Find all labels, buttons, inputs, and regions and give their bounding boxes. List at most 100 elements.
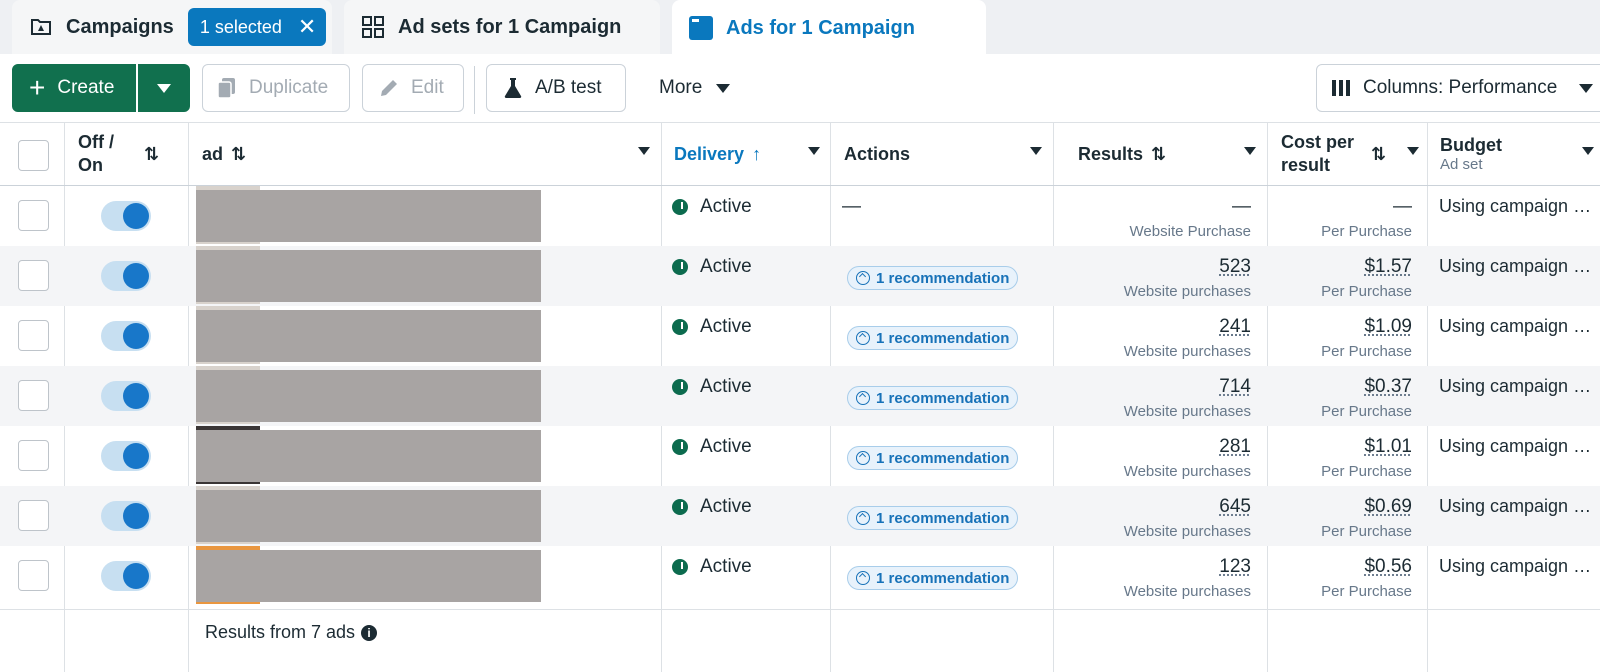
column-menu-icon[interactable] — [1407, 147, 1419, 155]
toggle-knob — [123, 263, 149, 289]
ad-name-redacted[interactable] — [196, 370, 541, 422]
toolbar-divider — [474, 66, 475, 114]
results-sublabel: Website purchases — [1123, 283, 1251, 300]
recommendation-label: 1 recommendation — [876, 329, 1010, 347]
row-checkbox[interactable] — [18, 560, 49, 591]
tab-ads[interactable]: Ads for 1 Campaign — [672, 0, 986, 56]
row-checkbox[interactable] — [18, 440, 49, 471]
column-menu-icon[interactable] — [1244, 147, 1256, 155]
budget-cell: Using campaign budget — [1439, 196, 1597, 216]
recommendation-label: 1 recommendation — [876, 449, 1010, 467]
col-budget[interactable]: Budget Ad set — [1440, 123, 1600, 185]
table-row[interactable]: Active 1 recommendation 645 Website purch… — [0, 486, 1600, 546]
column-menu-icon[interactable] — [808, 147, 820, 155]
recommendation-badge[interactable]: 1 recommendation — [847, 266, 1019, 290]
recommendation-icon — [856, 511, 870, 525]
recommendation-label: 1 recommendation — [876, 509, 1010, 527]
ad-name-redacted[interactable] — [196, 550, 541, 602]
ad-toggle[interactable] — [101, 441, 151, 471]
create-button[interactable]: + Create — [12, 64, 136, 112]
table-row[interactable]: Active 1 recommendation 523 Website purch… — [0, 246, 1600, 306]
ab-test-button[interactable]: A/B test — [486, 64, 626, 112]
results-sublabel: Website purchases — [1123, 463, 1251, 480]
ad-toggle[interactable] — [101, 501, 151, 531]
col-budget-sublabel: Ad set — [1440, 156, 1483, 173]
cpr-value[interactable]: $1.57 — [1364, 256, 1412, 277]
clear-selection-icon[interactable]: ✕ — [298, 16, 316, 38]
recommendation-badge[interactable]: 1 recommendation — [847, 446, 1019, 470]
table-row[interactable]: Active 1 recommendation 714 Website purch… — [0, 366, 1600, 426]
create-label: Create — [57, 77, 115, 98]
budget-cell: Using campaign budget — [1439, 316, 1597, 336]
col-ad[interactable]: ad ⇅ — [202, 123, 660, 185]
col-offon-label: Off / On — [78, 132, 114, 175]
table-row[interactable]: Active 1 recommendation 281 Website purch… — [0, 426, 1600, 486]
results-value[interactable]: 241 — [1219, 316, 1251, 337]
cpr-sublabel: Per Purchase — [1321, 403, 1412, 420]
row-checkbox[interactable] — [18, 320, 49, 351]
ad-toggle[interactable] — [101, 321, 151, 351]
results-value[interactable]: 281 — [1219, 436, 1251, 457]
column-menu-icon[interactable] — [1030, 147, 1042, 155]
recommendation-label: 1 recommendation — [876, 569, 1010, 587]
results-value[interactable]: 123 — [1219, 556, 1251, 577]
ad-toggle[interactable] — [101, 561, 151, 591]
sort-icon: ⇅ — [1371, 143, 1387, 164]
recommendation-badge[interactable]: 1 recommendation — [847, 566, 1019, 590]
table-row[interactable]: Active — — Website Purchase — Per Purchase… — [0, 186, 1600, 246]
cpr-value[interactable]: $1.01 — [1364, 436, 1412, 457]
results-cell: 714 Website purchases — [1124, 376, 1251, 420]
footer-divider — [0, 609, 1600, 610]
results-value[interactable]: 645 — [1219, 496, 1251, 517]
ad-toggle[interactable] — [101, 201, 151, 231]
row-checkbox[interactable] — [18, 500, 49, 531]
table-row[interactable]: Active 1 recommendation 241 Website purch… — [0, 306, 1600, 366]
ad-name-redacted[interactable] — [196, 190, 541, 242]
recommendation-badge[interactable]: 1 recommendation — [847, 506, 1019, 530]
table-row[interactable]: Active 1 recommendation 123 Website purch… — [0, 546, 1600, 606]
cpr-cell: $0.69 Per Purchase — [1321, 496, 1412, 540]
col-delivery[interactable]: Delivery ↑ — [674, 123, 830, 185]
column-menu-icon[interactable] — [1582, 147, 1594, 155]
more-button[interactable]: More — [646, 64, 746, 112]
ad-name-redacted[interactable] — [196, 430, 541, 482]
recommendation-badge[interactable]: 1 recommendation — [847, 326, 1019, 350]
column-menu-icon[interactable] — [638, 147, 650, 155]
row-checkbox[interactable] — [18, 260, 49, 291]
ad-name-redacted[interactable] — [196, 250, 541, 302]
duplicate-button[interactable]: Duplicate — [202, 64, 350, 112]
tab-adsets[interactable]: Ad sets for 1 Campaign — [344, 0, 660, 54]
results-cell: 123 Website purchases — [1124, 556, 1251, 600]
recommendation-badge[interactable]: 1 recommendation — [847, 386, 1019, 410]
delivery-status: Active — [672, 436, 752, 458]
select-all-checkbox[interactable] — [18, 140, 49, 171]
selected-pill: 1 selected ✕ — [187, 8, 327, 46]
ad-name-redacted[interactable] — [196, 310, 541, 362]
results-cell: 241 Website purchases — [1124, 316, 1251, 360]
tab-bar: Campaigns 1 selected ✕ Ad sets for 1 Cam… — [0, 0, 1600, 56]
ad-toggle[interactable] — [101, 261, 151, 291]
edit-button[interactable]: Edit — [362, 64, 464, 112]
results-sublabel: Website purchases — [1123, 523, 1251, 540]
cpr-value[interactable]: $0.56 — [1364, 556, 1412, 577]
col-cost-per-result[interactable]: Cost per result ⇅ — [1281, 123, 1419, 185]
cpr-cell: $0.56 Per Purchase — [1321, 556, 1412, 600]
ad-toggle[interactable] — [101, 381, 151, 411]
ad-name-redacted[interactable] — [196, 490, 541, 542]
row-checkbox[interactable] — [18, 380, 49, 411]
cpr-value[interactable]: $1.09 — [1364, 316, 1412, 337]
create-dropdown-button[interactable] — [138, 64, 190, 112]
cpr-value[interactable]: $0.69 — [1364, 496, 1412, 517]
row-checkbox[interactable] — [18, 200, 49, 231]
tab-campaigns[interactable]: Campaigns 1 selected ✕ — [12, 0, 332, 54]
info-icon[interactable]: i — [361, 624, 378, 641]
col-offon[interactable]: Off / On ⇅ — [78, 123, 186, 185]
columns-button[interactable]: Columns: Performance — [1316, 64, 1600, 112]
results-value[interactable]: 714 — [1219, 376, 1251, 397]
columns-icon — [1332, 80, 1350, 96]
cpr-value[interactable]: $0.37 — [1364, 376, 1412, 397]
col-results[interactable]: Results ⇅ — [1078, 123, 1266, 185]
col-actions[interactable]: Actions — [844, 123, 1052, 185]
results-value[interactable]: 523 — [1219, 256, 1251, 277]
cpr-cell: $1.01 Per Purchase — [1321, 436, 1412, 480]
